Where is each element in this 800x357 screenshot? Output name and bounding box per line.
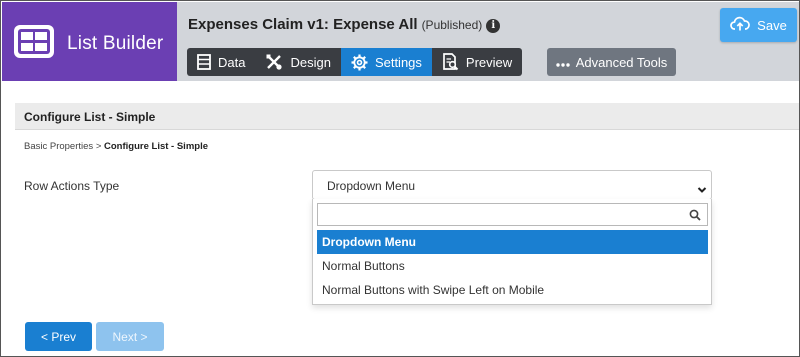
- cloud-upload-icon: [730, 16, 751, 34]
- section-header: Configure List - Simple: [15, 103, 799, 130]
- ellipsis-icon: [556, 55, 570, 70]
- save-label: Save: [757, 17, 787, 33]
- breadcrumb-separator: >: [95, 141, 102, 152]
- info-icon[interactable]: i: [486, 19, 501, 33]
- tab-label: Data: [218, 54, 246, 70]
- app-name: List Builder: [67, 33, 164, 54]
- table-icon: [197, 54, 211, 70]
- section-title: Configure List - Simple: [24, 110, 156, 124]
- breadcrumb: Basic Properties > Configure List - Simp…: [24, 141, 208, 152]
- app-window: List Builder Expenses Claim v1: Expense …: [0, 0, 800, 357]
- publish-status: (Published): [421, 18, 483, 32]
- top-toolbar: Expenses Claim v1: Expense All (Published…: [177, 2, 799, 81]
- row-actions-dropdown-list: Dropdown Menu Normal Buttons Normal Butt…: [312, 199, 712, 305]
- dropdown-option-normal-buttons[interactable]: Normal Buttons: [317, 254, 708, 278]
- gear-icon: [351, 54, 368, 71]
- row-actions-type-select[interactable]: Dropdown Menu: [312, 170, 712, 200]
- document-title: Expenses Claim v1: Expense All (Published…: [188, 16, 501, 33]
- search-icon: [689, 208, 706, 226]
- tab-label: Settings: [374, 54, 422, 70]
- breadcrumb-current: Configure List - Simple: [104, 141, 208, 152]
- dropdown-option-dropdown-menu[interactable]: Dropdown Menu: [317, 230, 708, 254]
- breadcrumb-item-basic-properties[interactable]: Basic Properties: [24, 141, 93, 152]
- tab-data[interactable]: Data: [187, 48, 255, 76]
- chevron-down-icon: [697, 181, 707, 199]
- row-actions-type-label: Row Actions Type: [24, 179, 120, 193]
- design-tools-icon: [265, 53, 283, 71]
- dropdown-search-input[interactable]: [317, 203, 708, 226]
- document-title-text: Expenses Claim v1: Expense All: [188, 16, 418, 33]
- advanced-tools-label: Advanced Tools: [575, 54, 668, 70]
- tab-settings[interactable]: Settings: [340, 48, 432, 76]
- prev-button[interactable]: < Prev: [25, 322, 92, 351]
- document-search-icon: [442, 53, 459, 71]
- brand-panel: List Builder: [2, 2, 177, 81]
- dropdown-option-normal-buttons-swipe[interactable]: Normal Buttons with Swipe Left on Mobile: [317, 278, 708, 302]
- select-value: Dropdown Menu: [327, 179, 416, 193]
- tab-design[interactable]: Design: [255, 48, 340, 76]
- tab-label: Design: [290, 54, 331, 70]
- grid-icon: [14, 25, 54, 58]
- tab-label: Preview: [465, 54, 513, 70]
- advanced-tools-button[interactable]: Advanced Tools: [547, 48, 676, 76]
- main-tabs: Data Design Settings Preview: [187, 48, 523, 76]
- next-button[interactable]: Next >: [96, 322, 164, 351]
- save-button[interactable]: Save: [720, 8, 797, 42]
- tab-preview[interactable]: Preview: [432, 48, 522, 76]
